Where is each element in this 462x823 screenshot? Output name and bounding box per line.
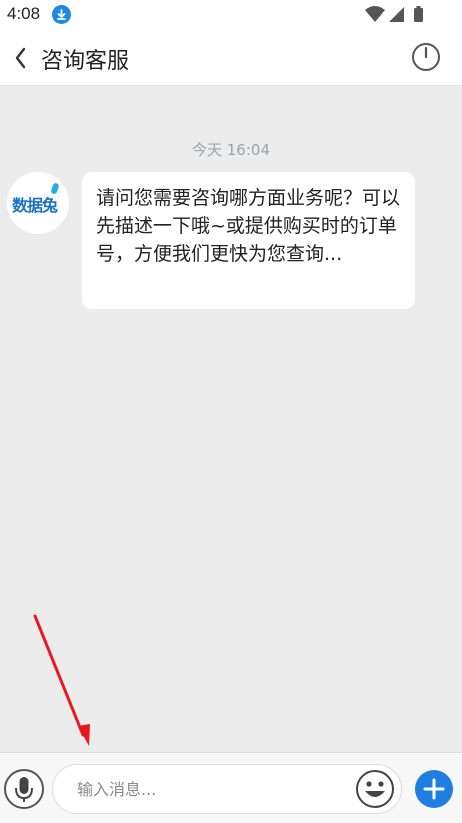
agent-message-text: 请问您需要咨询哪方面业务呢？可以先描述一下哦~或提供购买时的订单号，方便我们更快… [96,187,401,265]
download-badge-icon [52,5,71,24]
voice-input-button[interactable] [4,769,44,809]
smiley-icon [356,770,394,808]
battery-icon [414,6,423,22]
page-title: 咨询客服 [41,49,130,74]
power-icon [412,43,440,71]
emoji-button[interactable] [355,769,395,809]
status-time: 4:08 [7,4,41,23]
message-input[interactable] [52,764,402,814]
system-status-icons [365,6,423,22]
more-options-button[interactable] [415,770,453,808]
chat-message-list[interactable]: 今天 16:04 数据兔 请问您需要咨询哪方面业务呢？可以先描述一下哦~或提供购… [0,86,462,752]
chevron-left-icon [15,47,26,69]
wifi-icon [365,6,385,22]
power-button[interactable] [410,41,442,73]
plus-icon [423,778,445,800]
signal-icon [389,7,404,22]
back-button[interactable] [10,45,32,71]
agent-avatar[interactable]: 数据兔 [7,172,69,234]
app-header: 咨询客服 [0,28,462,86]
message-input-bar [0,752,462,823]
agent-message-bubble: 请问您需要咨询哪方面业务呢？可以先描述一下哦~或提供购买时的订单号，方便我们更快… [82,172,415,309]
chat-timestamp: 今天 16:04 [192,141,270,159]
microphone-icon [15,777,33,802]
status-bar: 4:08 [0,0,462,28]
avatar-logo-text: 数据兔 [12,196,58,215]
